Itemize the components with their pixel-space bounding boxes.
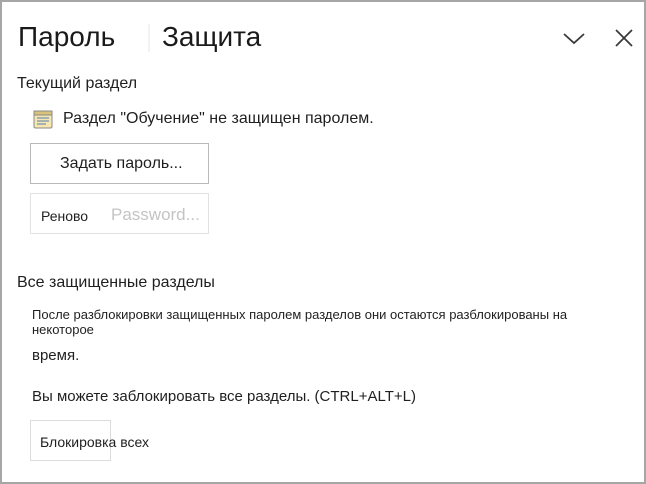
all-sections-title: Все защищенные разделы: [17, 274, 215, 291]
reset-button-label: Реново: [41, 208, 89, 224]
tab-password[interactable]: Пароль: [18, 20, 115, 54]
set-password-button[interactable]: Задать пароль...: [30, 143, 209, 184]
reset-button-password-text: Password...: [111, 205, 200, 224]
close-icon: [615, 29, 633, 47]
current-section-title: Текущий раздел: [17, 75, 138, 92]
unlock-info-line2: время.: [32, 347, 80, 364]
section-page-icon: [33, 110, 53, 129]
section-status-text: Раздел "Обучение" не защищен паролем.: [63, 110, 374, 127]
section-status: Раздел "Обучение" не защищен паролем.: [32, 108, 374, 130]
unlock-info-line1: После разблокировки защищенных паролем р…: [32, 307, 568, 337]
pane-header: Пароль Защита: [2, 2, 644, 72]
tab-protect[interactable]: Защита: [162, 20, 261, 54]
lock-all-button[interactable]: Блокировка всех: [30, 420, 149, 461]
reset-password-button[interactable]: Реново Password...: [30, 193, 209, 234]
collapse-button[interactable]: [560, 24, 588, 52]
close-button[interactable]: [610, 24, 638, 52]
unlock-info-text: После разблокировки защищенных паролем р…: [32, 307, 632, 363]
chevron-down-icon: [563, 33, 585, 45]
tab-separator: [148, 24, 150, 52]
lock-all-hint: Вы можете заблокировать все разделы. (CT…: [32, 388, 416, 405]
password-protection-pane: Пароль Защита Текущий раздел Раздел "Обу…: [0, 0, 646, 484]
